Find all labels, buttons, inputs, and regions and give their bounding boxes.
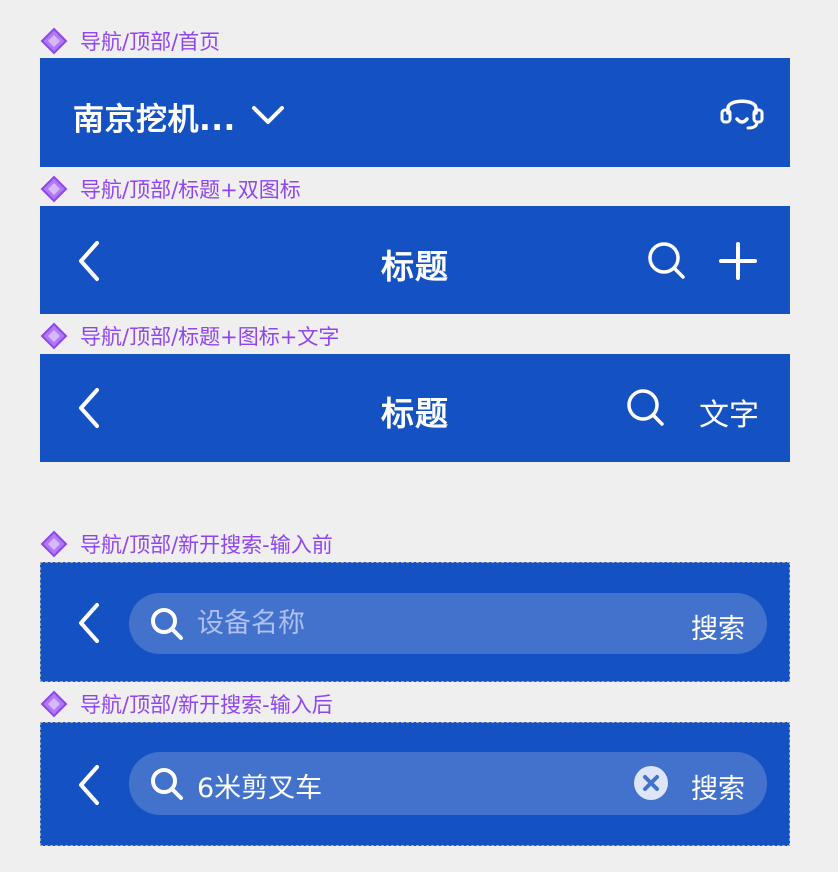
component-diamond-icon xyxy=(40,530,68,558)
component-diamond-icon xyxy=(40,690,68,718)
back-icon[interactable] xyxy=(76,764,102,806)
section-label-search-before: 导航/顶部/新开搜索-输入前 xyxy=(40,530,333,558)
section-label-double-icon: 导航/顶部/标题+双图标 xyxy=(40,175,301,203)
search-field[interactable]: 搜索 xyxy=(129,593,767,654)
plus-icon[interactable] xyxy=(719,242,757,280)
component-diamond-icon xyxy=(40,27,68,55)
search-icon xyxy=(149,766,185,802)
search-button[interactable]: 搜索 xyxy=(691,767,745,806)
page-title: 标题 xyxy=(381,394,449,433)
section-label-text: 导航/顶部/标题+图标+文字 xyxy=(80,325,340,349)
location-title[interactable]: 南京挖机... xyxy=(73,94,236,139)
component-diamond-icon xyxy=(40,175,68,203)
nav-search-after-bar: 6米剪叉车 搜索 xyxy=(40,722,790,846)
nav-search-before-bar: 搜索 xyxy=(40,562,790,682)
headset-icon[interactable] xyxy=(720,92,764,132)
chevron-down-icon[interactable] xyxy=(251,103,285,127)
section-label-text: 导航/顶部/新开搜索-输入前 xyxy=(80,533,333,557)
section-label-text: 导航/顶部/新开搜索-输入后 xyxy=(80,693,333,717)
section-label-home: 导航/顶部/首页 xyxy=(40,27,220,55)
search-icon[interactable] xyxy=(626,388,666,428)
section-label-search-after: 导航/顶部/新开搜索-输入后 xyxy=(40,690,333,718)
section-label-icon-text: 导航/顶部/标题+图标+文字 xyxy=(40,322,339,350)
search-icon[interactable] xyxy=(647,241,687,281)
component-diamond-icon xyxy=(40,322,68,350)
right-text-button[interactable]: 文字 xyxy=(699,390,759,434)
search-input-value[interactable]: 6米剪叉车 xyxy=(197,766,322,805)
section-label-text: 导航/顶部/标题+双图标 xyxy=(80,178,301,202)
back-icon[interactable] xyxy=(76,602,102,644)
search-field[interactable]: 6米剪叉车 搜索 xyxy=(129,752,767,815)
nav-title-double-icon-bar: 标题 xyxy=(40,206,790,314)
clear-icon[interactable] xyxy=(633,765,669,801)
section-label-text: 导航/顶部/首页 xyxy=(80,30,221,54)
nav-title-icon-text-bar: 标题 文字 xyxy=(40,354,790,462)
search-input[interactable] xyxy=(197,605,587,641)
search-icon xyxy=(149,606,185,642)
nav-home-bar: 南京挖机... xyxy=(40,58,790,167)
search-button[interactable]: 搜索 xyxy=(691,607,745,646)
